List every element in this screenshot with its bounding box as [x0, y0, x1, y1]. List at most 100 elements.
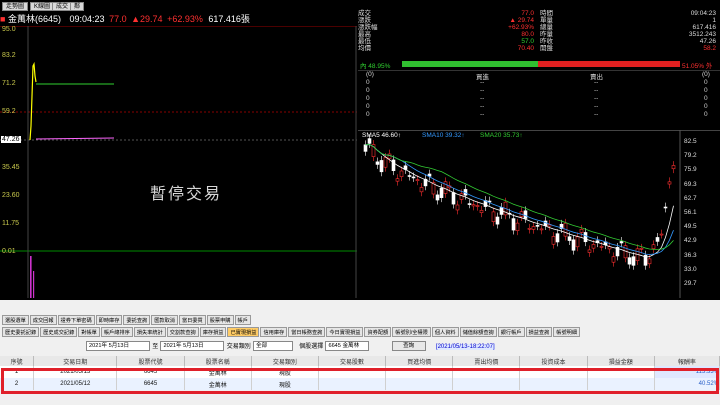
kline-y-label: 82.5 — [684, 138, 697, 145]
info-key: 總量 — [540, 24, 553, 31]
account-tab[interactable]: 損失率統計 — [133, 327, 166, 337]
column-header[interactable]: 交易日期 — [33, 356, 118, 366]
date-from-input[interactable]: 2021年 5月13日 — [86, 341, 150, 351]
info-value: +62.93% — [508, 24, 534, 31]
account-tab[interactable]: 對帳單 — [78, 327, 100, 337]
info-row: 單量 1 — [540, 17, 720, 24]
halt-watermark: 暫停交易 — [150, 184, 223, 203]
tab-trend[interactable]: 走勢圖 — [2, 2, 29, 11]
account-tab[interactable]: 帳戶 — [234, 315, 251, 325]
account-tab[interactable]: 帳號明細 — [553, 327, 581, 337]
bidask-cell: -- — [594, 87, 599, 94]
stock-name: 金萬林(6645) — [7, 14, 61, 24]
candle — [659, 233, 664, 236]
account-tab[interactable]: 損益查詢 — [525, 327, 553, 337]
account-tab[interactable]: 即時庫存 — [95, 315, 123, 325]
info-row: 均價 70.40 — [358, 45, 538, 52]
info-key: 最低 — [358, 38, 371, 45]
account-tab[interactable]: 個人資料 — [431, 327, 459, 337]
info-value: 57.0 — [521, 38, 534, 45]
column-header[interactable]: 股票代號 — [116, 356, 185, 366]
candle — [631, 256, 636, 266]
account-tab[interactable]: 帳戶總排序 — [100, 327, 133, 337]
highlight-box — [1, 368, 719, 394]
account-tab[interactable]: 信用庫存 — [260, 327, 288, 337]
candle — [439, 187, 444, 198]
account-tab[interactable]: 今日實現損益 — [326, 327, 364, 337]
y-label: 0.01 — [2, 248, 16, 255]
candle — [367, 138, 372, 144]
query-button[interactable]: 查詢 — [391, 341, 426, 351]
account-tab[interactable]: 成交回報 — [29, 315, 57, 325]
column-header[interactable]: 交易股數 — [318, 356, 387, 366]
bidask-row: 0 -- -- 0 — [358, 79, 720, 87]
account-tab[interactable]: 儲值餘額查詢 — [459, 327, 497, 337]
account-tab[interactable]: 股票申購 — [206, 315, 234, 325]
account-tab[interactable]: 已實現損益 — [227, 327, 260, 337]
bidask-cell: -- — [594, 111, 599, 118]
account-tab[interactable]: 委託查詢 — [123, 315, 151, 325]
tick-pct: +62.93% — [167, 14, 203, 24]
bidask-cell: -- — [594, 95, 599, 102]
info-row: 開盤 58.2 — [540, 45, 720, 52]
type-select[interactable]: 全部 — [252, 341, 293, 351]
account-tab[interactable]: 交割款查詢 — [166, 327, 199, 337]
info-row: 昨收 47.26 — [540, 38, 720, 45]
account-tab[interactable]: 資券配額 — [364, 327, 392, 337]
candle — [551, 236, 556, 245]
candle — [555, 233, 560, 243]
tab-neighbor[interactable]: 鄰 — [70, 2, 85, 11]
column-header[interactable]: 買進均價 — [385, 356, 454, 366]
account-tab[interactable]: 銀行帳戶 — [497, 327, 525, 337]
candle — [455, 204, 460, 211]
column-header[interactable]: 報酬率 — [654, 356, 720, 366]
bidask-cell: 0 — [704, 79, 708, 86]
candle — [619, 241, 624, 244]
date-to-input[interactable]: 2021年 5月13日 — [160, 341, 225, 351]
candle — [583, 232, 588, 243]
tab-kline[interactable]: K線圖 — [30, 2, 55, 11]
column-header[interactable]: 投資成本 — [519, 356, 588, 366]
column-header[interactable]: 股票名稱 — [184, 356, 252, 366]
candle — [435, 194, 440, 201]
candle — [671, 165, 676, 170]
tab-trades[interactable]: 成交 — [52, 2, 73, 11]
bidask-cell: -- — [480, 103, 485, 110]
stock-select[interactable]: 6645 金萬林 — [325, 341, 370, 351]
candle — [399, 170, 404, 178]
column-header[interactable]: 損益金額 — [587, 356, 655, 366]
info-key: 單量 — [540, 17, 553, 24]
query-range: [2021/05/13-18:22:07] — [435, 344, 495, 351]
tick-time: 09:04:23 — [69, 14, 105, 24]
candle — [471, 204, 476, 207]
candle — [587, 249, 592, 253]
kline-y-label: 29.7 — [684, 280, 697, 287]
account-tab[interactable]: 庫存損益 — [199, 327, 227, 337]
column-header[interactable]: 交易類別 — [251, 356, 319, 366]
candle — [495, 216, 500, 225]
account-tab[interactable]: 證券下單密碼 — [57, 315, 95, 325]
account-tab[interactable]: 選股選單 — [2, 315, 29, 325]
account-tab[interactable]: 歷史委託記錄 — [2, 327, 40, 337]
to-label: 至 — [152, 344, 159, 351]
column-header[interactable]: 賣出均價 — [452, 356, 521, 366]
column-header[interactable]: 序號 — [0, 356, 35, 366]
bidask-cell: -- — [594, 103, 599, 110]
bidask-row: 0 -- -- 0 — [358, 111, 720, 119]
intraday-svg — [0, 26, 357, 298]
account-tab[interactable]: 當日委買 — [178, 315, 206, 325]
candle — [479, 209, 484, 214]
tick-change: 29.74 — [140, 14, 163, 24]
candle — [379, 160, 384, 173]
candle — [491, 211, 496, 222]
prev-close-label: 47.26 — [1, 136, 21, 143]
kline-svg — [363, 130, 681, 298]
account-tab[interactable]: 當日帳務查詢 — [288, 327, 326, 337]
filter-bar: 2021年 5月13日 至 2021年 5月13日 交易類別 全部 個股選擇 6… — [2, 341, 718, 353]
account-tab[interactable]: 歷史成交記錄 — [40, 327, 78, 337]
info-key: 昨量 — [540, 31, 553, 38]
account-tab[interactable]: 帳號別/全權限 — [392, 327, 431, 337]
candle — [515, 222, 520, 232]
candle — [415, 179, 420, 181]
account-tab[interactable]: 匯款取消 — [151, 315, 178, 325]
